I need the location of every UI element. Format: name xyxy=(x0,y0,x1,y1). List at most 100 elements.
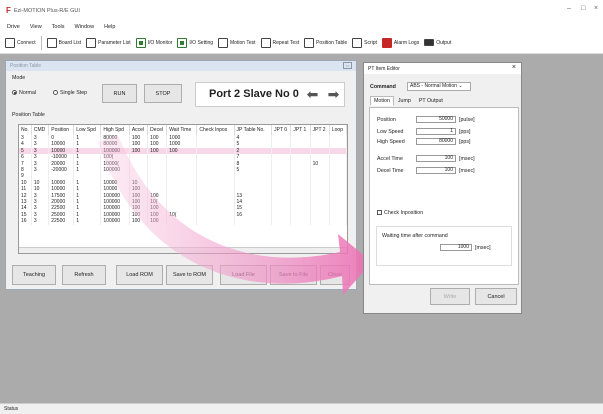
mode-normal-radio[interactable]: Normal xyxy=(12,90,36,96)
io-setting-button[interactable]: I/O Setting xyxy=(177,37,214,48)
col-jpt2: JPT 2 xyxy=(310,125,330,135)
wait-time-field[interactable]: 1000 xyxy=(440,244,472,251)
tab-pt-output[interactable]: PT Output xyxy=(415,96,447,106)
close-button[interactable]: Close xyxy=(320,265,350,285)
header-row: No. CMD Position Low Spd High Spd Accel … xyxy=(19,125,347,135)
app-title: Ezi-MOTION Plus-R/E GUI xyxy=(13,7,80,14)
editor-close-icon[interactable]: × xyxy=(512,64,516,71)
save-file-button[interactable]: Save to File xyxy=(270,265,317,285)
previous-arrow-icon[interactable]: ⬅ xyxy=(304,86,321,103)
command-select[interactable]: ABS - Normal Motion ⌄ xyxy=(407,82,471,91)
col-high-spd: High Spd xyxy=(100,125,130,135)
motion-test-button[interactable]: Motion Test xyxy=(218,37,256,48)
alarm-logs-label: Alarm Logs xyxy=(393,39,420,46)
accel-time-field[interactable]: 100 xyxy=(416,155,456,162)
run-button[interactable]: RUN xyxy=(102,84,137,103)
chevron-down-icon: ⌄ xyxy=(458,83,463,89)
save-rom-button[interactable]: Save to ROM xyxy=(166,265,213,285)
menu-help[interactable]: Help xyxy=(104,24,115,30)
horizontal-scrollbar[interactable] xyxy=(19,247,347,253)
toolbar-separator xyxy=(40,35,42,50)
next-arrow-icon[interactable]: ➡ xyxy=(325,86,342,103)
status-bar: Status xyxy=(0,403,603,413)
window-restore-icon[interactable]: ▭ xyxy=(343,62,352,69)
load-file-button[interactable]: Load File xyxy=(220,265,267,285)
position-table-label: Position Table xyxy=(316,39,348,46)
table-cell: 16 xyxy=(19,218,32,225)
col-accel: Accel xyxy=(129,125,149,135)
connect-label: Connect xyxy=(17,39,36,46)
table-cell xyxy=(271,218,292,225)
output-icon xyxy=(424,39,435,46)
port-display: Port 2 Slave No 0 ⬅ ➡ xyxy=(195,82,345,107)
wait-time-label: Waiting time after command xyxy=(382,233,448,239)
col-jpt1: JPT 1 xyxy=(290,125,311,135)
col-no: No. xyxy=(19,125,32,135)
close-icon[interactable]: × xyxy=(594,5,598,12)
table-cell: 1 xyxy=(73,218,102,225)
alarm-logs-button[interactable]: Alarm Logs xyxy=(381,37,420,48)
stop-button[interactable]: STOP xyxy=(144,84,182,103)
mode-normal-text: Normal xyxy=(19,90,37,96)
col-low-spd: Low Spd xyxy=(73,125,102,135)
position-unit: [pulse] xyxy=(459,117,475,123)
connect-icon xyxy=(5,37,15,48)
io-setting-label: I/O Setting xyxy=(189,39,214,46)
menu-drive[interactable]: Drive xyxy=(7,24,20,30)
radio-unselected-icon xyxy=(53,90,58,96)
board-list-button[interactable]: Board List xyxy=(46,37,82,48)
col-cmd: CMD xyxy=(31,125,50,135)
radio-selected-icon xyxy=(12,90,17,96)
check-inposition-checkbox[interactable]: Check Inposition xyxy=(377,210,423,216)
table-cell xyxy=(196,218,235,225)
low-speed-field[interactable]: 1 xyxy=(416,128,456,135)
editor-caption: PT Item Editor × xyxy=(364,63,521,74)
output-button[interactable]: Output xyxy=(424,39,451,46)
position-table-icon xyxy=(304,37,315,48)
menu-view[interactable]: View xyxy=(30,24,42,30)
io-setting-icon xyxy=(177,37,188,48)
refresh-button[interactable]: Refresh xyxy=(62,265,106,285)
output-label: Output xyxy=(436,39,452,46)
motion-test-label: Motion Test xyxy=(230,39,256,46)
position-table-button[interactable]: Position Table xyxy=(304,37,348,48)
write-button[interactable]: Write xyxy=(430,288,470,305)
position-field[interactable]: 50000 xyxy=(416,116,456,123)
maximize-icon[interactable]: □ xyxy=(581,5,585,12)
load-rom-button[interactable]: Load ROM xyxy=(116,265,163,285)
editor-title: PT Item Editor xyxy=(368,65,400,72)
cancel-button[interactable]: Cancel xyxy=(475,288,517,305)
decel-time-field[interactable]: 100 xyxy=(416,167,456,174)
decel-time-unit: [msec] xyxy=(459,168,475,174)
table-row[interactable]: 16 3 22500 1 100000 100 100 xyxy=(19,218,347,225)
checkbox-unchecked-icon xyxy=(377,210,382,216)
connect-button[interactable]: Connect xyxy=(5,37,36,48)
high-speed-unit: [pps] xyxy=(459,139,471,145)
menu-tools[interactable]: Tools xyxy=(52,24,65,30)
teaching-button[interactable]: Teaching xyxy=(12,265,56,285)
menu-window[interactable]: Window xyxy=(75,24,95,30)
col-check-inpos: Check Inpos xyxy=(196,125,235,135)
script-button[interactable]: Script xyxy=(352,37,377,48)
parameter-list-button[interactable]: Parameter List xyxy=(86,37,131,48)
position-table-grid[interactable]: No. CMD Position Low Spd High Spd Accel … xyxy=(18,124,348,254)
high-speed-field[interactable]: 80000 xyxy=(416,138,456,145)
low-speed-label: Low Speed xyxy=(377,129,404,135)
col-decel: Decel xyxy=(147,125,168,135)
grid-body: 3 3 0 1 80000 100 100 1000 4 4 3 10000 1 80000 100 100 1… xyxy=(19,135,347,225)
minimize-icon[interactable]: – xyxy=(567,5,571,12)
motion-test-icon xyxy=(218,37,229,48)
mode-single-radio[interactable]: Single Step xyxy=(53,90,87,96)
tab-motion[interactable]: Motion xyxy=(370,96,394,106)
io-monitor-icon xyxy=(135,37,146,48)
repeat-test-button[interactable]: Repeat Test xyxy=(260,37,299,48)
board-list-label: Board List xyxy=(58,39,82,46)
app-logo-icon: F xyxy=(6,6,11,15)
mode-single-text: Single Step xyxy=(60,90,88,96)
script-icon xyxy=(352,37,363,48)
script-label: Script xyxy=(364,39,377,46)
io-monitor-button[interactable]: I/O Monitor xyxy=(135,37,172,48)
tab-jump[interactable]: Jump xyxy=(394,96,415,106)
position-table-section-label: Position Table xyxy=(12,112,45,118)
board-list-icon xyxy=(46,37,57,48)
